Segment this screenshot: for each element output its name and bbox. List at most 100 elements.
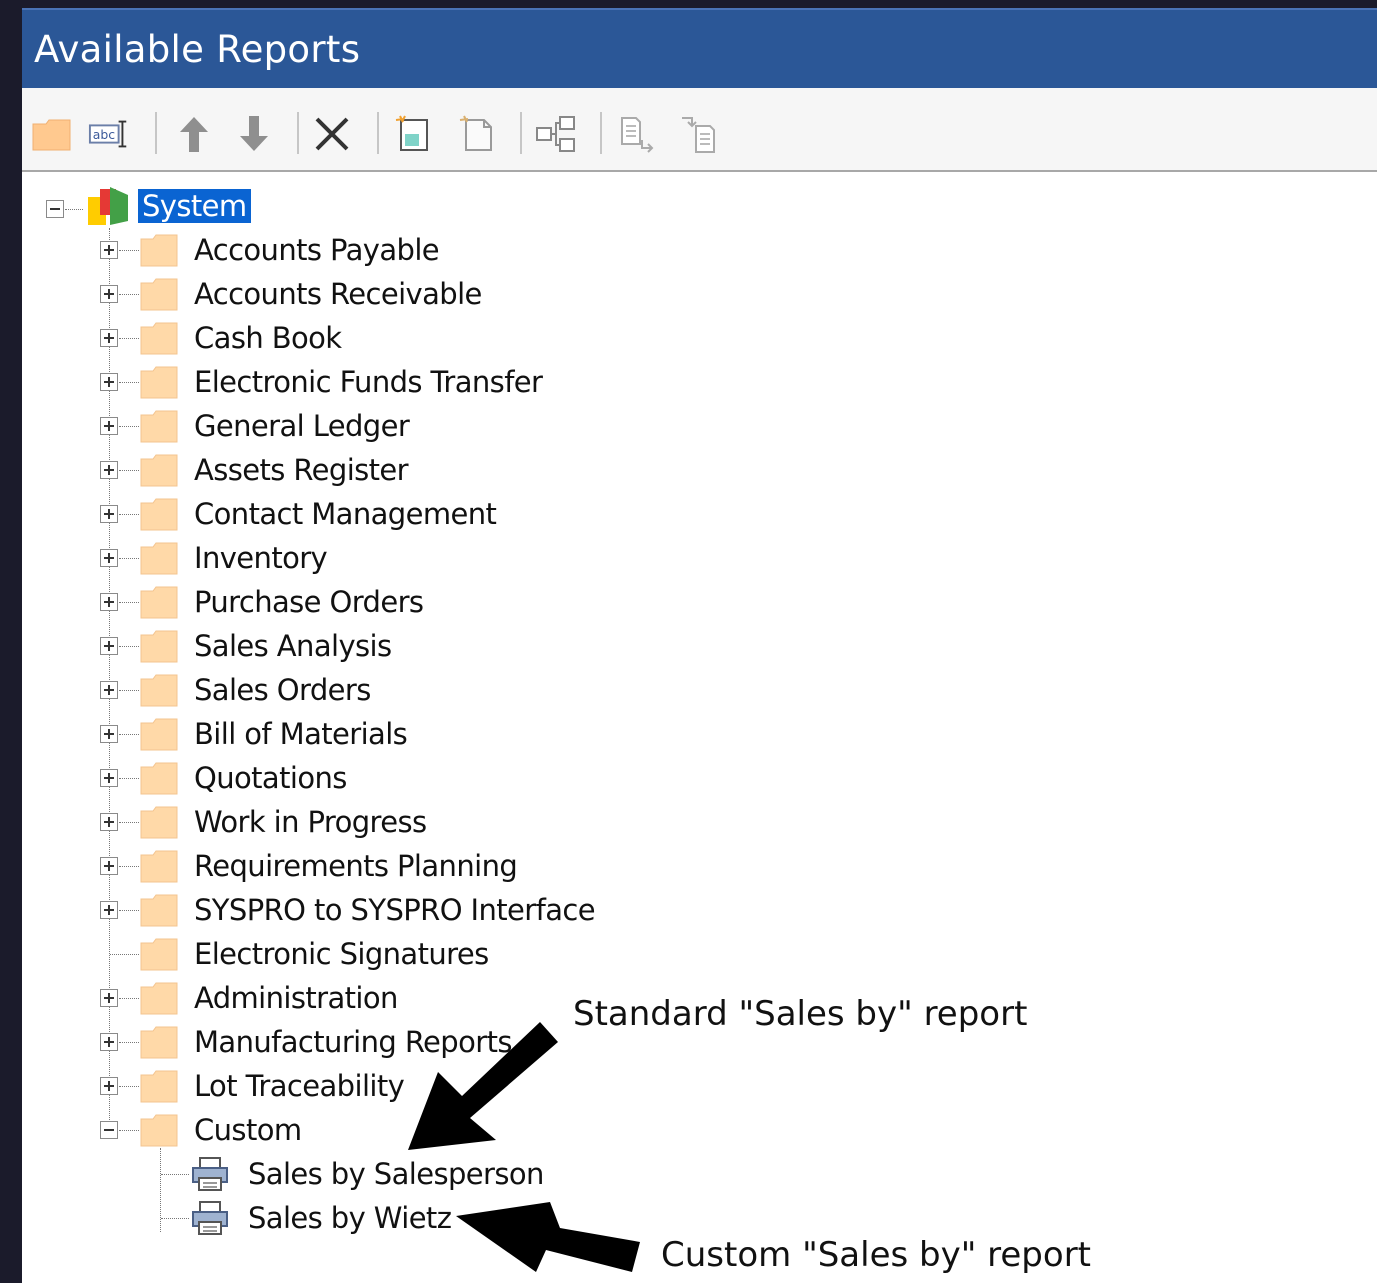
import-icon xyxy=(682,117,715,153)
system-root-icon xyxy=(88,187,128,225)
move-down-button[interactable] xyxy=(232,112,276,156)
new-folder-icon xyxy=(32,119,71,151)
expand-toggle[interactable] xyxy=(100,241,118,259)
expand-toggle[interactable] xyxy=(100,637,118,655)
custom-report-annotation: Custom "Sales by" report xyxy=(661,1235,1091,1275)
printer-icon xyxy=(190,1156,230,1192)
delete-button[interactable] xyxy=(310,112,354,156)
printer-icon xyxy=(190,1200,230,1236)
move-up-icon xyxy=(180,117,208,152)
tree-node-folder[interactable]: Work in Progress xyxy=(140,802,430,842)
folder-icon xyxy=(140,365,178,399)
new-folder-button[interactable] xyxy=(30,112,74,156)
tree-node-report[interactable]: Sales by Wietz xyxy=(190,1198,455,1238)
import-button[interactable] xyxy=(678,112,722,156)
copy-report-button[interactable] xyxy=(456,112,500,156)
tree-node-folder[interactable]: Custom xyxy=(140,1110,306,1150)
move-down-icon xyxy=(240,116,268,151)
expand-toggle[interactable] xyxy=(100,725,118,743)
tree-node-label: Lot Traceability xyxy=(194,1069,405,1103)
tree-node-label: Bill of Materials xyxy=(194,717,408,751)
tree-node-folder[interactable]: General Ledger xyxy=(140,406,413,446)
toolbar: abc xyxy=(22,88,1377,172)
tree-node-folder[interactable]: Requirements Planning xyxy=(140,846,521,886)
folder-icon xyxy=(140,277,178,311)
tree-node-folder[interactable]: SYSPRO to SYSPRO Interface xyxy=(140,890,599,930)
tree-structure-icon xyxy=(536,116,575,152)
tree-node-label: Accounts Payable xyxy=(194,233,440,267)
expand-toggle[interactable] xyxy=(100,285,118,303)
folder-icon xyxy=(140,849,178,883)
tree-node-folder[interactable]: Sales Analysis xyxy=(140,626,396,666)
folder-icon xyxy=(140,893,178,927)
folder-icon xyxy=(140,233,178,267)
expand-toggle[interactable] xyxy=(100,373,118,391)
tree-node-folder[interactable]: Manufacturing Reports xyxy=(140,1022,516,1062)
report-tree: System Accounts Payable Accounts Receivab… xyxy=(22,172,1377,1283)
tree-node-label: Quotations xyxy=(194,761,347,795)
tree-node-label: Administration xyxy=(194,981,398,1015)
expand-toggle[interactable] xyxy=(100,417,118,435)
folder-icon xyxy=(140,717,178,751)
expand-toggle[interactable] xyxy=(100,989,118,1007)
tree-node-label: SYSPRO to SYSPRO Interface xyxy=(194,893,596,927)
tree-node-label: Inventory xyxy=(194,541,328,575)
tree-node-system[interactable]: System xyxy=(86,186,251,226)
tree-node-folder[interactable]: Assets Register xyxy=(140,450,412,490)
tree-node-label: Requirements Planning xyxy=(194,849,518,883)
collapse-toggle[interactable] xyxy=(100,1121,118,1139)
tree-node-folder[interactable]: Purchase Orders xyxy=(140,582,427,622)
tree-node-folder[interactable]: Electronic Signatures xyxy=(140,934,493,974)
root-collapse-toggle[interactable] xyxy=(46,200,64,218)
tree-node-folder[interactable]: Bill of Materials xyxy=(140,714,411,754)
folder-icon xyxy=(140,805,178,839)
folder-icon xyxy=(140,453,178,487)
expand-toggle[interactable] xyxy=(100,593,118,611)
move-up-button[interactable] xyxy=(172,112,216,156)
tree-node-folder[interactable]: Inventory xyxy=(140,538,331,578)
expand-toggle[interactable] xyxy=(100,461,118,479)
expand-toggle[interactable] xyxy=(100,1033,118,1051)
expand-toggle[interactable] xyxy=(100,813,118,831)
tree-node-folder[interactable]: Quotations xyxy=(140,758,351,798)
export-button[interactable] xyxy=(614,112,658,156)
folder-icon xyxy=(140,673,178,707)
folder-icon xyxy=(140,585,178,619)
folder-icon xyxy=(140,937,178,971)
tree-node-label: General Ledger xyxy=(194,409,410,443)
expand-toggle[interactable] xyxy=(100,901,118,919)
expand-toggle[interactable] xyxy=(100,681,118,699)
new-report-button[interactable] xyxy=(392,112,436,156)
expand-toggle[interactable] xyxy=(100,549,118,567)
folder-icon xyxy=(140,321,178,355)
tree-node-folder[interactable]: Cash Book xyxy=(140,318,346,358)
folder-icon xyxy=(140,981,178,1015)
expand-toggle[interactable] xyxy=(100,329,118,347)
expand-toggle[interactable] xyxy=(100,505,118,523)
tree-node-folder[interactable]: Lot Traceability xyxy=(140,1066,408,1106)
tree-node-folder[interactable]: Administration xyxy=(140,978,402,1018)
tree-node-folder[interactable]: Contact Management xyxy=(140,494,500,534)
folder-icon xyxy=(140,1025,178,1059)
folder-icon xyxy=(140,1113,178,1147)
tree-node-folder[interactable]: Electronic Funds Transfer xyxy=(140,362,546,402)
standard-report-annotation: Standard "Sales by" report xyxy=(573,994,1028,1034)
tree-node-folder[interactable]: Accounts Receivable xyxy=(140,274,486,314)
expand-toggle[interactable] xyxy=(100,857,118,875)
folder-icon xyxy=(140,761,178,795)
expand-toggle[interactable] xyxy=(100,769,118,787)
tree-node-folder[interactable]: Sales Orders xyxy=(140,670,375,710)
tree-node-label: Sales by Wietz xyxy=(248,1201,452,1235)
rename-button[interactable]: abc xyxy=(88,112,132,156)
tree-node-report[interactable]: Sales by Salesperson xyxy=(190,1154,548,1194)
export-icon xyxy=(621,117,654,153)
tree-node-folder[interactable]: Accounts Payable xyxy=(140,230,443,270)
folder-icon xyxy=(140,629,178,663)
tree-structure-button[interactable] xyxy=(534,112,578,156)
tree-connector xyxy=(160,1148,161,1232)
folder-icon xyxy=(140,409,178,443)
expand-toggle[interactable] xyxy=(100,1077,118,1095)
window-title: Available Reports xyxy=(34,28,361,71)
folder-icon xyxy=(140,497,178,531)
tree-node-label: Accounts Receivable xyxy=(194,277,482,311)
